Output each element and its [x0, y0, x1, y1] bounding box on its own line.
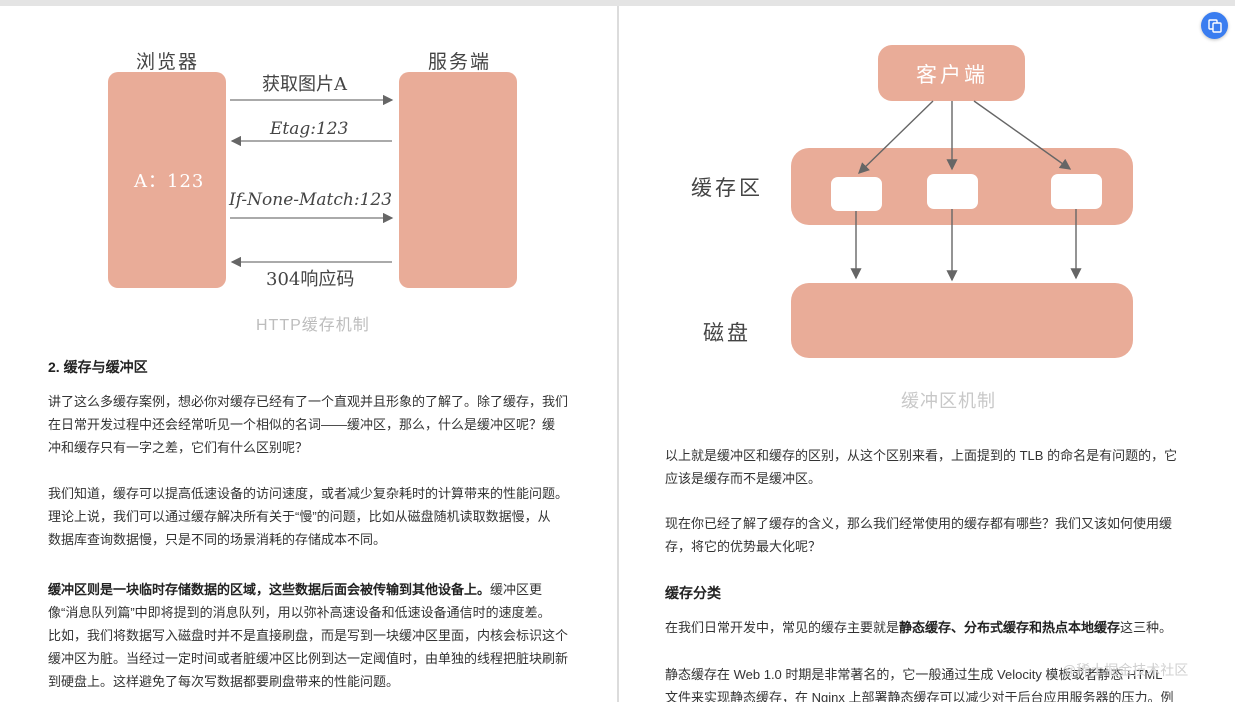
text-line: 在日常开发过程中还会经常听见一个相似的名词——缓冲区，那么，什么是缓冲区呢？缓 [48, 417, 556, 432]
left-page: 浏览器 服务端 A：123 获取图片A Etag:123 If-None-Mat… [0, 6, 617, 702]
text-line: 存，将它的优势最大化呢？ [665, 539, 822, 554]
watermark: @稀土掘金技术社区 [1062, 662, 1189, 678]
text-line: 讲了这么多缓存案例，想必你对缓存已经有了一个直观并且形象的了解了。除了缓存，我们 [48, 394, 569, 409]
text-line: 文件来实现静态缓存，在 Nginx 上部署静态缓存可以减少对于后台应用服务器的压… [665, 690, 1174, 702]
text-line: 以上就是缓冲区和缓存的区别，从这个区别来看，上面提到的 TLB 的命名是有问题的… [665, 448, 1178, 463]
paragraph-intro: 讲了这么多缓存案例，想必你对缓存已经有了一个直观并且形象的了解了。除了缓存，我们… [48, 390, 608, 459]
text-line: 数据库查询数据慢，只是不同的场景消耗的存储成本不同。 [48, 532, 387, 547]
paragraph-cache-definition: 我们知道，缓存可以提高低速设备的访问速度，或者减少复杂耗时的计算带来的性能问题。… [48, 482, 608, 551]
right-page: 客户端 缓存区 磁盘 缓冲区机制 以上就是缓冲区和缓存的区别，从这个区别来看，上… [619, 6, 1235, 702]
text-line: 像“消息队列篇”中即将提到的消息队列，用以弥补高速设备和低速设备通信时的速度差。 [48, 605, 551, 620]
section-heading-cache-buffer: 2. 缓存与缓冲区 [48, 359, 148, 375]
paragraph-buffer-definition: 缓冲区则是一块临时存储数据的区域，这些数据后面会被传输到其他设备上。缓冲区更 像… [48, 578, 608, 693]
copy-page-icon [1207, 18, 1222, 33]
text-line: 缓冲区为脏。当经过一定时间或者脏缓冲区比例到达一定阈值时，由单独的线程把脏块刷新 [48, 651, 569, 666]
text-line: 缓冲区则是一块临时存储数据的区域，这些数据后面会被传输到其他设备上。缓冲区更 [48, 578, 608, 601]
text-line: 冲和缓存只有一字之差，它们有什么区别呢？ [48, 440, 309, 455]
paragraph-tlb-note: 以上就是缓冲区和缓存的区别，从这个区别来看，上面提到的 TLB 的命名是有问题的… [665, 444, 1225, 490]
paragraph-cache-types: 在我们日常开发中，常见的缓存主要就是静态缓存、分布式缓存和热点本地缓存这三种。 [665, 616, 1225, 639]
text-line: 应该是缓存而不是缓冲区。 [665, 471, 822, 486]
text-line: 到硬盘上。这样避免了每次写数据都要刷盘带来的性能问题。 [48, 674, 400, 689]
text-line: 我们知道，缓存可以提高低速设备的访问速度，或者减少复杂耗时的计算带来的性能问题。 [48, 486, 569, 501]
text-span: 缓冲区更 [490, 582, 543, 597]
bold-text: 缓冲区则是一块临时存储数据的区域，这些数据后面会被传输到其他设备上。 [48, 582, 491, 597]
bold-text: 静态缓存、分布式缓存和热点本地缓存 [899, 620, 1121, 635]
paragraph-question: 现在你已经了解了缓存的含义，那么我们经常使用的缓存都有哪些？我们又该如何使用缓 … [665, 512, 1225, 558]
copy-page-button[interactable] [1201, 12, 1228, 39]
text-line: 理论上说，我们可以通过缓存解决所有关于“慢”的问题，比如从磁盘随机读取数据慢，从 [48, 509, 551, 524]
text-line: 现在你已经了解了缓存的含义，那么我们经常使用的缓存都有哪些？我们又该如何使用缓 [665, 516, 1173, 531]
section-heading-cache-types: 缓存分类 [665, 585, 721, 601]
http-diagram-caption: HTTP缓存机制 [256, 317, 370, 334]
text-line: 在我们日常开发中，常见的缓存主要就是静态缓存、分布式缓存和热点本地缓存这三种。 [665, 616, 1225, 639]
text-span: 这三种。 [1120, 620, 1173, 635]
arrow-client-slot3 [973, 100, 1072, 170]
text-span: 在我们日常开发中，常见的缓存主要就是 [665, 620, 900, 635]
arrow-client-slot1 [857, 100, 934, 174]
text-line: 比如，我们将数据写入磁盘时并不是直接刷盘，而是写到一块缓冲区里面，内核会标识这个 [48, 628, 569, 643]
buffer-diagram-caption: 缓冲区机制 [901, 391, 996, 411]
